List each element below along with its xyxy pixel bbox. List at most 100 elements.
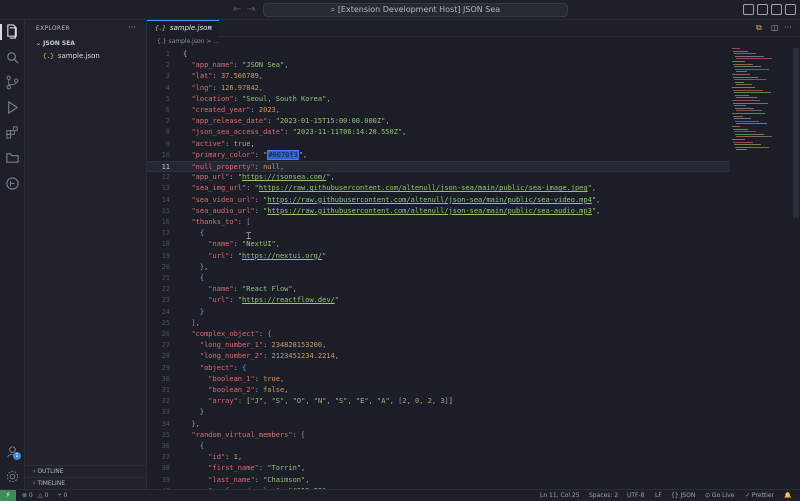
code-line[interactable]: 23 "url": "https://reactflow.dev/" [147,295,730,306]
code-text: "location": "Seoul, South Korea", [191,94,331,103]
minimap-line [733,102,768,104]
toggle-sidebar-icon[interactable] [743,4,754,15]
code-text: }, [191,419,200,428]
minimap-line [732,113,765,114]
code-line[interactable]: 30 "boolean_1": true, [147,374,730,385]
vertical-scrollbar[interactable] [793,48,799,218]
back-arrow-icon[interactable]: ← [233,4,241,15]
more-actions-icon[interactable]: ··· [128,23,136,32]
code-text: "url": "https://nextui.org/" [208,251,327,260]
code-text: } [199,307,205,316]
code-line[interactable]: 17 { [147,228,730,239]
line-number: 33 [161,408,170,417]
code-line[interactable]: 35 "random_virtual_members": [ [147,430,730,441]
go-live-button[interactable]: ⊙ Go Live [705,490,734,501]
line-number: 24 [161,307,170,316]
search-icon[interactable] [5,50,20,65]
code-line[interactable]: 12 "app_url": "https://jsonsea.com/", [147,172,730,183]
code-line[interactable]: 25 ], [147,318,730,329]
sidebar-title: EXPLORER [36,25,70,32]
remote-explorer-icon[interactable] [5,176,20,191]
command-center[interactable]: ⌕ [Extension Development Host] JSON Sea [263,3,568,17]
code-line[interactable]: 7 "app_release_date": "2023-01-15T15:00:… [147,116,730,127]
extensions-icon[interactable] [5,125,20,140]
code-editor[interactable]: 1{2 "app_name": "JSON Sea", 3 "lat": 37.5… [147,48,730,489]
line-number: 21 [161,274,170,282]
more-actions-icon[interactable]: ··· [784,23,792,32]
customize-layout-icon[interactable] [785,4,796,15]
code-line[interactable]: 2 "app_name": "JSON Sea", [147,60,730,71]
code-line[interactable]: 3 "lat": 37.566789, [147,71,730,82]
workspace-section[interactable]: ⌄ JSON SEA [36,40,75,47]
breadcrumb[interactable]: {.} sample.json > ... [157,38,219,45]
code-line[interactable]: 39 "last_name": "Chaimson", [147,475,730,486]
minimap-line [734,144,761,146]
code-line[interactable]: 9 "active": true, [147,139,730,150]
run-debug-icon[interactable] [5,100,20,115]
code-line[interactable]: 24 } [147,307,730,318]
code-line[interactable]: 31 "boolean_2": false, [147,385,730,396]
code-line[interactable]: 36 { [147,441,730,452]
remote-indicator[interactable]: ⚡ [0,490,16,501]
toggle-panel-icon[interactable] [757,4,768,15]
indentation[interactable]: Spaces: 2 [589,490,618,501]
code-line[interactable]: 26 "complex_object": { [147,329,730,340]
code-line[interactable]: 20 }, [147,262,730,273]
code-line[interactable]: 14 "sea_video_url": "https://raw.githubu… [147,195,730,206]
code-line[interactable]: 19 "url": "https://nextui.org/" [147,251,730,262]
code-line[interactable]: 16 "thanks_to": [ [147,217,730,228]
code-line[interactable]: 13 "sea_img_url": "https://raw.githubuse… [147,183,730,194]
line-number: 32 [161,397,170,406]
code-line[interactable]: 33 } [147,407,730,418]
json-sea-icon[interactable]: ⧉ [756,23,762,33]
line-number: 23 [161,296,170,305]
split-editor-icon[interactable]: ◫ [771,23,779,32]
encoding[interactable]: UTF-8 [627,490,645,501]
errors-count[interactable]: ⊗ 0 [22,490,33,501]
code-line[interactable]: 18 "name": "NextUI", [147,239,730,250]
code-line[interactable]: 10 "primary_color": "#0070f3", [147,149,730,161]
code-line[interactable]: 22 "name": "React Flow", [147,284,730,295]
forward-arrow-icon[interactable]: → [247,4,255,15]
source-control-icon[interactable] [5,75,20,90]
cursor-position[interactable]: Ln 11, Col 25 [540,490,580,501]
line-number: 39 [161,475,170,484]
outline-section[interactable]: › OUTLINE [25,465,146,477]
code-text: } [199,408,205,417]
warnings-count[interactable]: △ 0 [38,490,48,501]
code-text: { [199,229,205,238]
timeline-section[interactable]: › TIMELINE [25,477,146,489]
explorer-icon[interactable] [5,24,20,39]
toggle-secondary-sidebar-icon[interactable] [771,4,782,15]
code-line[interactable]: 8 "json_sea_access_date": "2023-11-11T06… [147,127,730,138]
ports-count[interactable]: ⑂ 0 [58,490,67,501]
code-line[interactable]: 11 "null_property": null, [147,161,730,172]
line-number: 34 [161,419,170,428]
json-file-icon: {.} [155,25,166,32]
minimap-line [732,61,745,62]
language-mode[interactable]: {} JSON [671,490,695,501]
close-icon[interactable]: × [207,21,213,36]
line-ending[interactable]: LF [655,490,662,501]
code-line[interactable]: 34 }, [147,419,730,430]
code-line[interactable]: 5 "location": "Seoul, South Korea", [147,94,730,105]
code-line[interactable]: 32 "array": ["J", "S", "O", "N", "S", "E… [147,396,730,407]
prettier-status[interactable]: ✓ Prettier [745,490,774,501]
code-text: "lng": 126.97842, [191,83,264,92]
gear-icon[interactable] [5,469,20,484]
code-line[interactable]: 29 "object": { [147,363,730,374]
tab-sample-json[interactable]: {.} sample.json × [147,20,219,37]
folder-icon[interactable] [5,150,20,165]
file-item-sample-json[interactable]: {.} sample.json [43,52,100,60]
code-line[interactable]: 4 "lng": 126.97842, [147,83,730,94]
code-line[interactable]: 37 "id": 1, [147,452,730,463]
code-line[interactable]: 15 "sea_audio_url": "https://raw.githubu… [147,206,730,217]
code-line[interactable]: 27 "long_number_1": 234828153200, [147,340,730,351]
minimap[interactable] [730,48,792,168]
notifications-bell-icon[interactable]: 🔔 [784,490,791,501]
code-line[interactable]: 28 "long_number_2": 2123451234.2214, [147,351,730,362]
code-line[interactable]: 1{ [147,49,730,60]
code-line[interactable]: 38 "first_name": "Torrin", [147,463,730,474]
code-line[interactable]: 6 "created_year": 2023, [147,105,730,116]
code-line[interactable]: 21 { [147,273,730,284]
